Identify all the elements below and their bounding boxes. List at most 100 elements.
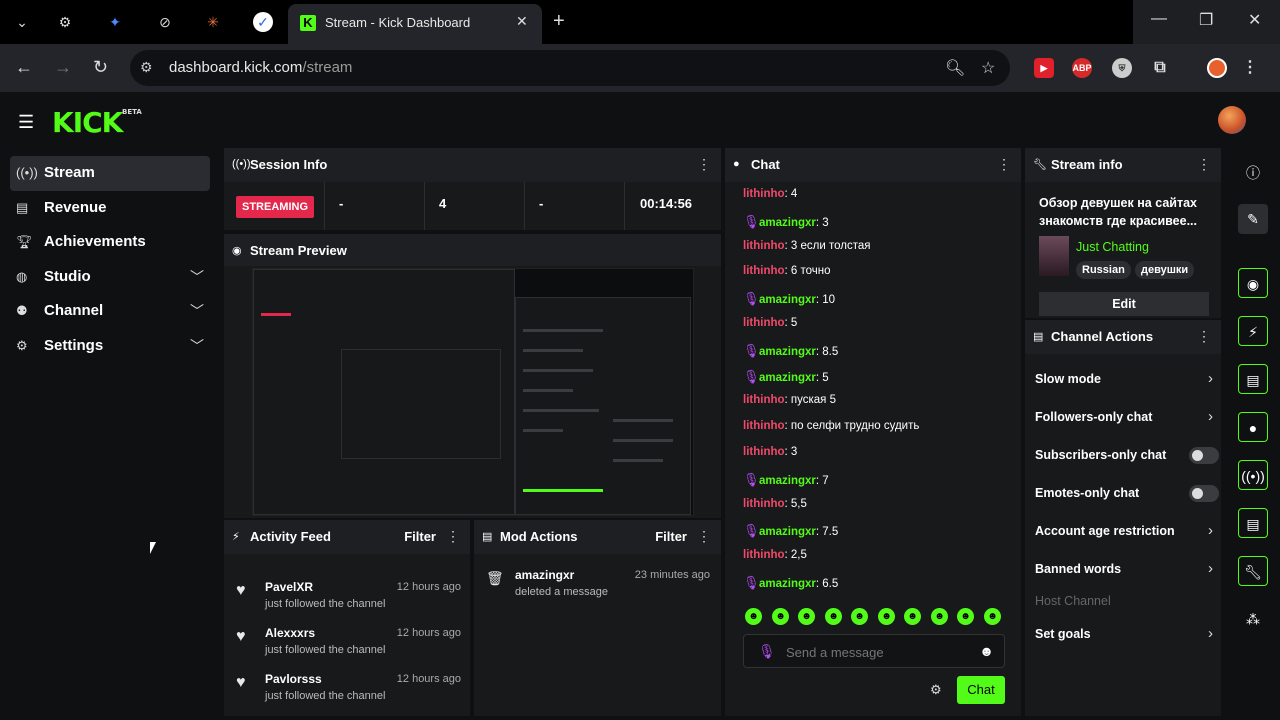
emote-icon[interactable]: ☻ bbox=[772, 608, 789, 625]
broadcast-icon[interactable]: ((•)) bbox=[1238, 460, 1268, 490]
minimize-icon[interactable]: — bbox=[1151, 10, 1167, 28]
chat-username[interactable]: lithinho bbox=[743, 549, 785, 561]
subscribers-only-toggle[interactable] bbox=[1189, 447, 1219, 464]
chat-username[interactable]: amazingxr bbox=[759, 217, 816, 229]
chat-username[interactable]: lithinho bbox=[743, 265, 785, 277]
edit-button[interactable]: Edit bbox=[1039, 292, 1209, 316]
checkmark-tab-icon[interactable]: ✓ bbox=[253, 12, 273, 32]
followers-only-action[interactable]: Followers-only chat › bbox=[1035, 408, 1213, 428]
sidebar-item-studio[interactable]: ◍ Studio ﹀ bbox=[10, 260, 210, 295]
moderator-name[interactable]: amazingxr bbox=[515, 568, 574, 582]
chat-bubble-icon[interactable]: ● bbox=[1238, 412, 1268, 442]
chat-settings-icon[interactable]: ⚙ bbox=[930, 682, 942, 698]
document-icon[interactable]: ▤ bbox=[1238, 508, 1268, 538]
gemini-tab-icon[interactable]: ✦ bbox=[105, 12, 125, 32]
browser-menu-icon[interactable]: ⋮ bbox=[1240, 58, 1260, 78]
reload-icon[interactable]: ↻ bbox=[93, 57, 108, 78]
emoji-picker-icon[interactable]: ☻ bbox=[979, 643, 994, 659]
kick-logo[interactable]: KICK BETA bbox=[52, 106, 142, 139]
chat-username[interactable]: lithinho bbox=[743, 394, 785, 406]
follower-name[interactable]: Alexxxrs bbox=[265, 626, 315, 640]
zoom-icon[interactable]: 🔍︎ bbox=[945, 58, 965, 78]
more-options-icon[interactable]: ⋮ bbox=[697, 156, 711, 173]
restore-icon[interactable]: ❐ bbox=[1199, 10, 1213, 30]
camera-icon[interactable]: ◉ bbox=[1238, 268, 1268, 298]
wrench-icon[interactable]: 🔧︎ bbox=[1238, 556, 1268, 586]
site-info-icon[interactable]: ⚙ bbox=[140, 59, 153, 76]
emote-icon[interactable]: ☻ bbox=[904, 608, 921, 625]
chat-username[interactable]: amazingxr bbox=[759, 372, 816, 384]
shield-ext-icon[interactable]: ⛨ bbox=[1112, 58, 1132, 78]
category-link[interactable]: Just Chatting bbox=[1076, 240, 1149, 254]
chat-username[interactable]: lithinho bbox=[743, 240, 785, 252]
slow-mode-action[interactable]: Slow mode › bbox=[1035, 370, 1213, 390]
openai-tab-icon[interactable]: ⚙ bbox=[55, 12, 75, 32]
emote-icon[interactable]: ☻ bbox=[825, 608, 842, 625]
more-options-icon[interactable]: ⋮ bbox=[1197, 328, 1211, 345]
more-options-icon[interactable]: ⋮ bbox=[1197, 156, 1211, 173]
filter-button[interactable]: Filter bbox=[655, 529, 687, 544]
chat-username[interactable]: amazingxr bbox=[759, 578, 816, 590]
stream-preview-video[interactable] bbox=[252, 268, 694, 516]
user-avatar[interactable] bbox=[1218, 106, 1246, 134]
profile-icon[interactable] bbox=[1207, 58, 1227, 78]
emote-icon[interactable]: ☻ bbox=[851, 608, 868, 625]
chat-username[interactable]: lithinho bbox=[743, 420, 785, 432]
chat-username[interactable]: lithinho bbox=[743, 498, 785, 510]
sidebar-item-stream[interactable]: ((•)) Stream bbox=[10, 156, 210, 191]
url-text[interactable]: dashboard.kick.com/stream bbox=[169, 59, 352, 76]
new-tab-icon[interactable]: + bbox=[553, 10, 565, 33]
chat-username[interactable]: amazingxr bbox=[759, 526, 816, 538]
bookmark-star-icon[interactable]: ☆ bbox=[981, 58, 995, 78]
forward-icon[interactable]: → bbox=[54, 57, 72, 78]
sidebar-item-achievements[interactable]: 🏆︎ Achievements bbox=[10, 225, 210, 260]
close-tab-icon[interactable]: ✕ bbox=[516, 13, 528, 30]
chat-username[interactable]: amazingxr bbox=[759, 346, 816, 358]
send-chat-button[interactable]: Chat bbox=[957, 676, 1005, 704]
banned-words-action[interactable]: Banned words › bbox=[1035, 560, 1213, 580]
more-options-icon[interactable]: ⋮ bbox=[446, 528, 460, 545]
tag-pill[interactable]: девушки bbox=[1135, 261, 1195, 279]
active-tab[interactable]: K Stream - Kick Dashboard ✕ bbox=[288, 4, 542, 44]
emote-icon[interactable]: ☻ bbox=[957, 608, 974, 625]
info-icon[interactable]: ⓘ bbox=[1238, 158, 1268, 188]
layout-icon[interactable]: ⁂ bbox=[1238, 604, 1268, 634]
omnibox[interactable]: ⚙ dashboard.kick.com/stream 🔍︎ ☆ bbox=[130, 50, 1010, 86]
set-goals-action[interactable]: Set goals › bbox=[1035, 625, 1213, 645]
tag-pill[interactable]: Russian bbox=[1076, 261, 1131, 279]
adblock-ext-icon[interactable]: ABP bbox=[1072, 58, 1092, 78]
category-thumbnail[interactable] bbox=[1039, 236, 1069, 276]
more-options-icon[interactable]: ⋮ bbox=[697, 528, 711, 545]
emote-icon[interactable]: ☻ bbox=[984, 608, 1001, 625]
sidebar-item-revenue[interactable]: ▤ Revenue bbox=[10, 191, 210, 226]
emote-icon[interactable]: ☻ bbox=[745, 608, 762, 625]
emote-icon[interactable]: ☻ bbox=[878, 608, 895, 625]
extensions-icon[interactable]: ⧉ bbox=[1150, 58, 1170, 78]
sidebar-item-channel[interactable]: ⚉ Channel ﹀ bbox=[10, 294, 210, 329]
chat-message-input[interactable] bbox=[786, 642, 966, 662]
back-icon[interactable]: ← bbox=[15, 57, 33, 78]
claude-tab-icon[interactable]: ✳ bbox=[203, 12, 223, 32]
chat-username[interactable]: lithinho bbox=[743, 317, 785, 329]
follower-name[interactable]: PavelXR bbox=[265, 580, 313, 594]
sidebar-item-settings[interactable]: ⚙ Settings ﹀ bbox=[10, 329, 210, 364]
youtube-ext-icon[interactable]: ▶ bbox=[1034, 58, 1054, 78]
account-age-action[interactable]: Account age restriction › bbox=[1035, 522, 1213, 542]
chat-username[interactable]: lithinho bbox=[743, 446, 785, 458]
follower-name[interactable]: Pavlorsss bbox=[265, 672, 322, 686]
tab-list-icon[interactable]: ⌄ bbox=[12, 12, 32, 32]
chat-username[interactable]: amazingxr bbox=[759, 475, 816, 487]
emote-icon[interactable]: ☻ bbox=[931, 608, 948, 625]
emotes-only-toggle[interactable] bbox=[1189, 485, 1219, 502]
lightning-icon[interactable]: ⚡︎ bbox=[1238, 316, 1268, 346]
perplexity-tab-icon[interactable]: ⊘ bbox=[155, 12, 175, 32]
hamburger-menu-icon[interactable]: ☰ bbox=[18, 112, 34, 133]
chat-username[interactable]: lithinho bbox=[743, 188, 785, 200]
emote-icon[interactable]: ☻ bbox=[798, 608, 815, 625]
document-icon[interactable]: ▤ bbox=[1238, 364, 1268, 394]
chat-username[interactable]: amazingxr bbox=[759, 294, 816, 306]
more-options-icon[interactable]: ⋮ bbox=[997, 156, 1011, 173]
close-window-icon[interactable]: ✕ bbox=[1248, 10, 1261, 30]
filter-button[interactable]: Filter bbox=[404, 529, 436, 544]
pencil-icon[interactable]: ✎ bbox=[1238, 204, 1268, 234]
